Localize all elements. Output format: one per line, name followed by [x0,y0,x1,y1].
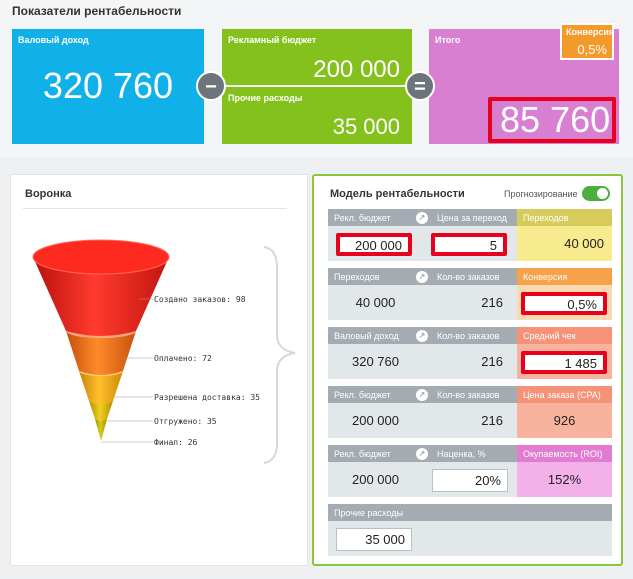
row3-result-cell: Средний чек 1 485 [517,327,612,379]
model-row-1: Рекл. бюджет ↗ Цена за переход 200 000 5… [328,209,612,261]
funnel-label-4: Отгружено: 35 [154,417,217,426]
average-check-input[interactable]: 1 485 [521,351,607,374]
row5-c3-head: Окупаемость (ROI) [517,445,612,462]
model-row-4: Рекл. бюджет ↗ Кол-во заказов 200 000 21… [328,386,612,438]
model-row-6: Прочие расходы 35 000 [328,504,612,556]
funnel-label-1: Создано заказов: 98 [154,295,246,304]
arrow-icon: ↗ [416,212,428,224]
page-title: Показатели рентабельности [12,4,182,18]
conversion-badge-label: Конверсия [566,27,615,37]
total-label: Итого [435,35,461,45]
ad-budget-card: Рекламный бюджет 200 000 [222,29,412,85]
row6-head: Прочие расходы [328,504,612,521]
row6-other-costs: Прочие расходы 35 000 [328,504,612,556]
row5-c2-head: Наценка, % [437,449,486,459]
conversion-badge-value: 0,5% [577,42,607,57]
row2-left-group: Переходов ↗ Кол-во заказов 40 000 216 [328,268,517,320]
cost-per-click-input[interactable]: 5 [431,233,507,256]
funnel-label-2: Оплачено: 72 [154,354,212,363]
conversion-input[interactable]: 0,5% [521,292,607,315]
markup-input[interactable]: 20% [432,469,508,492]
row3-c3-head: Средний чек [517,327,612,344]
other-costs-value: 35 000 [332,114,400,139]
row3-left-group: Валовый доход ↗ Кол-во заказов 320 760 2… [328,327,517,379]
forecast-label: Прогнозирование [504,189,578,199]
arrow-icon: ↗ [416,271,428,283]
other-costs-input[interactable]: 35 000 [336,528,412,551]
row4-c3-value: 926 [553,413,576,428]
ad-budget-input[interactable]: 200 000 [336,233,412,256]
row4-c1-value: 200 000 [352,413,399,428]
row4-result-cell: Цена заказа (CPA) 926 [517,386,612,438]
row5-c1-value: 200 000 [352,472,399,487]
row4-left-group: Рекл. бюджет ↗ Кол-во заказов 200 000 21… [328,386,517,438]
ad-budget-label: Рекламный бюджет [228,35,317,45]
funnel-label-5: Финал: 26 [154,438,198,447]
arrow-icon: ↗ [416,389,428,401]
forecast-toggle[interactable] [582,186,610,201]
model-row-5: Рекл. бюджет ↗ Наценка, % 200 000 20% Ок… [328,445,612,497]
row5-left-group: Рекл. бюджет ↗ Наценка, % 200 000 20% [328,445,517,497]
funnel-label-3: Разрешена доставка: 35 [154,393,260,402]
equals-operator-icon: = [405,71,435,101]
row1-c3-head: Переходов [517,209,612,226]
row2-c1-value: 40 000 [355,295,396,310]
profitability-model-panel: Модель рентабельности Прогнозирование Ре… [312,174,623,566]
row2-result-cell: Конверсия 0,5% [517,268,612,320]
funnel-bracket [263,246,296,464]
row4-c2-value: 216 [481,413,503,428]
gross-income-card: Валовый доход 320 760 [12,29,204,144]
model-row-3: Валовый доход ↗ Кол-во заказов 320 760 2… [328,327,612,379]
total-value: 85 760 [500,99,611,140]
model-title: Модель рентабельности [330,188,465,200]
funnel-panel: Воронка Создано заказов: 98 Оплачено: 72… [10,174,308,566]
row2-c3-head: Конверсия [517,268,612,285]
row3-c2-value: 216 [481,354,503,369]
row1-c2-head: Цена за переход [437,213,507,223]
row1-left-group: Рекл. бюджет ↗ Цена за переход 200 000 5 [328,209,517,261]
row3-c2-head: Кол-во заказов [437,331,500,341]
minus-operator-icon: − [196,71,226,101]
row1-c3-value: 40 000 [564,236,604,251]
funnel-stage-5 [95,419,107,441]
model-row-2: Переходов ↗ Кол-во заказов 40 000 216 Ко… [328,268,612,320]
row4-c2-head: Кол-во заказов [437,390,500,400]
funnel-graphic [32,239,296,464]
row1-result-cell: Переходов 40 000 [517,209,612,261]
gross-income-label: Валовый доход [18,35,89,45]
other-costs-card: Прочие расходы 35 000 [222,87,412,144]
row5-result-cell: Окупаемость (ROI) 152% [517,445,612,497]
gross-income-value: 320 760 [42,65,174,106]
conversion-badge: Конверсия 0,5% [560,23,614,60]
arrow-icon: ↗ [416,330,428,342]
row5-c3-value: 152% [547,472,582,487]
row2-c2-head: Кол-во заказов [437,272,500,282]
row4-c3-head: Цена заказа (CPA) [517,386,612,403]
arrow-icon: ↗ [416,448,428,460]
row3-c1-value: 320 760 [352,354,399,369]
row2-c2-value: 216 [481,295,503,310]
other-costs-label: Прочие расходы [228,93,303,103]
ad-budget-value: 200 000 [313,56,400,83]
